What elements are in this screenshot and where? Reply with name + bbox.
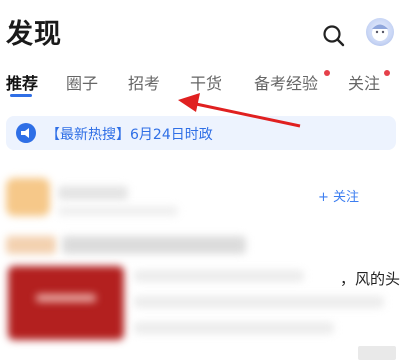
post-meta-placeholder [58, 206, 178, 216]
category-tabs: 推荐 圈子 招考 干货 备考经验 关注 [0, 62, 402, 102]
tab-tips[interactable]: 干货 [190, 70, 222, 94]
post-line-3 [134, 322, 334, 334]
exam-experience-badge [324, 70, 330, 76]
post-line-1 [134, 270, 304, 282]
corner-watermark [358, 346, 396, 360]
tab-circle[interactable]: 圈子 [66, 70, 98, 94]
banner-text: 【最新热搜】6月24日时政 [46, 127, 213, 143]
post-title-placeholder [6, 236, 56, 254]
page-title: 发现 [6, 19, 62, 50]
tab-exam-experience[interactable]: 备考经验 [254, 70, 318, 94]
post-snippet: ，风的头 [340, 270, 401, 288]
post-avatar[interactable] [6, 178, 50, 216]
post-thumbnail-text [36, 294, 96, 302]
active-tab-indicator [10, 94, 32, 97]
post-title-placeholder-2 [62, 236, 246, 254]
follow-button[interactable]: + 关注 [318, 186, 359, 205]
tab-following[interactable]: 关注 [348, 70, 380, 94]
following-badge [384, 70, 390, 76]
top-bar: 发现 [0, 0, 402, 62]
tab-recruitment[interactable]: 招考 [128, 70, 160, 94]
post-author-placeholder [58, 186, 128, 200]
post-line-2 [134, 296, 384, 308]
post-thumbnail[interactable] [8, 266, 124, 340]
search-button[interactable] [320, 22, 348, 50]
tab-recommend[interactable]: 推荐 [6, 70, 38, 94]
avatar-face-icon [372, 24, 388, 41]
hot-search-banner[interactable]: 【最新热搜】6月24日时政 [6, 116, 396, 150]
megaphone-icon [16, 123, 36, 143]
search-icon [323, 25, 345, 47]
avatar[interactable] [366, 18, 394, 46]
